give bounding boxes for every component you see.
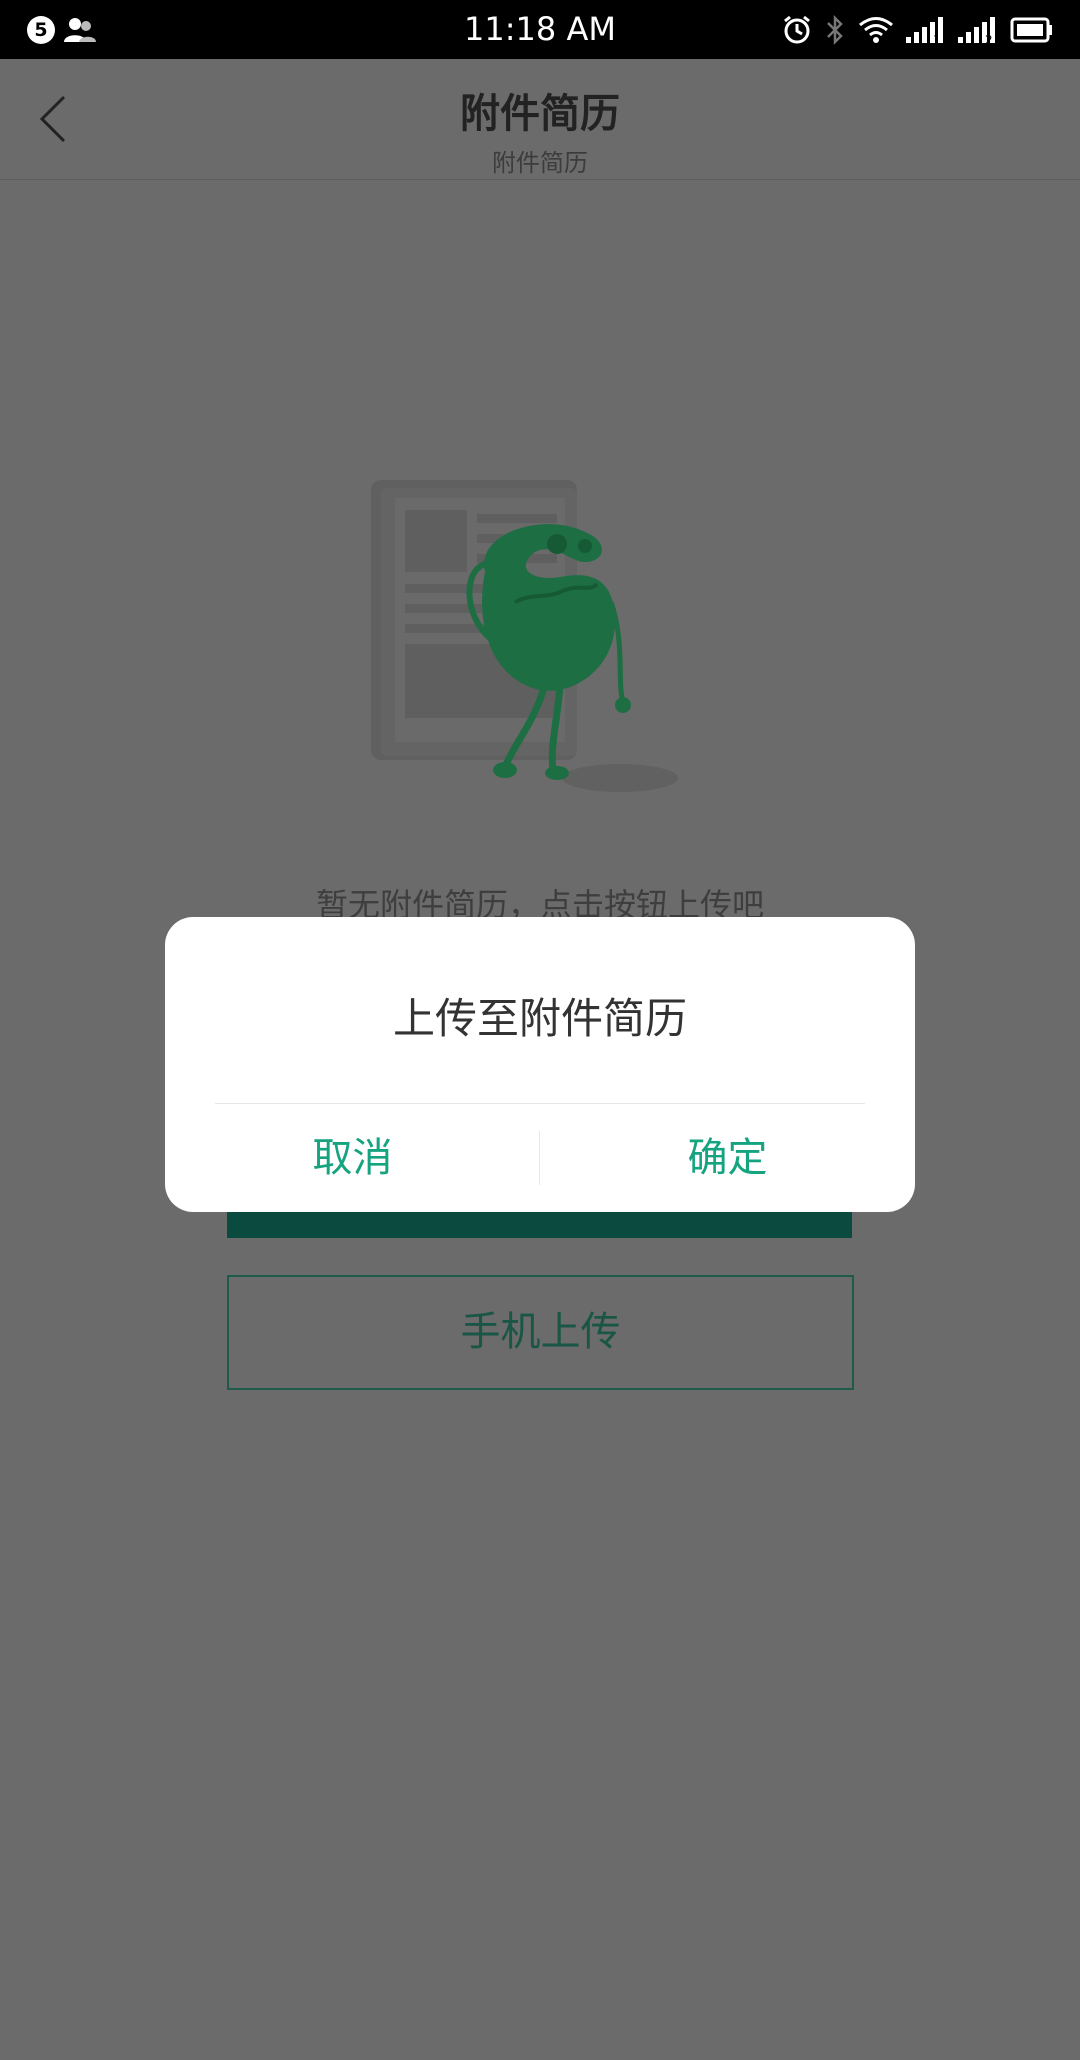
- battery-icon: [1010, 17, 1052, 43]
- dialog-title: 上传至附件简历: [392, 994, 687, 1043]
- confirm-button[interactable]: 确定: [540, 1104, 915, 1212]
- status-icons: 1 2: [782, 12, 1054, 48]
- screen: 5 11:18 AM 1 2 附件简历 附件简历 暂无附件简历，点击按钮上传吧 …: [0, 0, 1080, 2060]
- app-bar: 附件简历 附件简历: [0, 59, 1080, 180]
- cancel-button[interactable]: 取消: [165, 1104, 540, 1212]
- signal-sim2-icon: 2: [958, 17, 995, 45]
- page-title: 附件简历: [460, 91, 620, 137]
- sim2-label: 2: [985, 33, 993, 45]
- bluetooth-icon: [827, 14, 843, 46]
- page-subtitle: 附件简历: [492, 149, 588, 177]
- alarm-icon: [784, 15, 810, 44]
- signal-sim1-icon: 1: [906, 17, 943, 45]
- wifi-icon: [859, 17, 893, 43]
- empty-resume-illustration: [371, 480, 678, 792]
- mobile-upload-button[interactable]: 手机上传: [227, 1275, 854, 1390]
- upload-confirm-dialog: 上传至附件简历 取消 确定: [165, 917, 915, 1212]
- status-bar: 5 11:18 AM 1 2: [0, 0, 1080, 59]
- sim1-label: 1: [933, 33, 941, 45]
